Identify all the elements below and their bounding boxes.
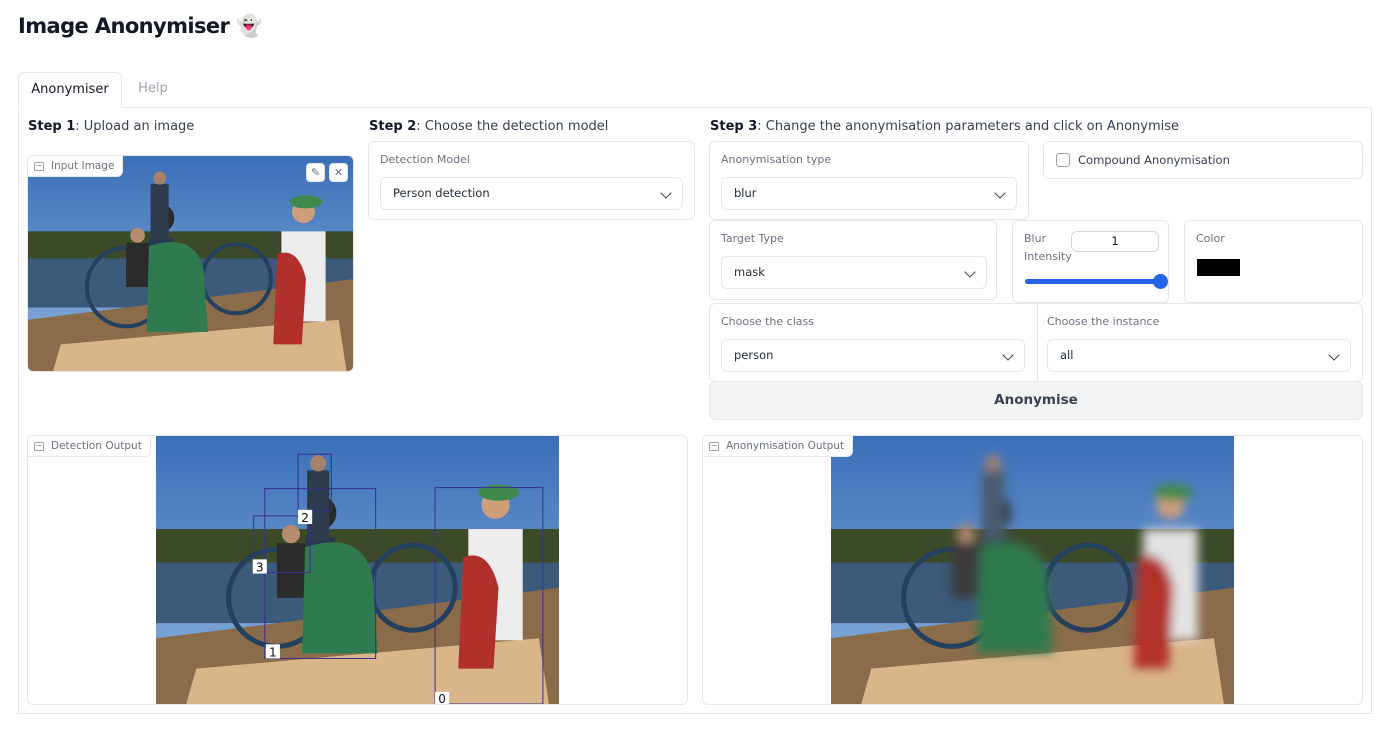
compound-checkbox[interactable] bbox=[1056, 153, 1070, 167]
color-picker[interactable] bbox=[1197, 259, 1240, 276]
app-title: Image Anonymiser 👻 bbox=[18, 14, 262, 38]
input-image-panel[interactable]: Input Image ✎ ✕ bbox=[27, 155, 354, 372]
anonymise-button[interactable]: Anonymise bbox=[709, 381, 1363, 420]
bbox-id-2: 2 bbox=[301, 511, 309, 525]
instance-label: Choose the instance bbox=[1047, 315, 1160, 328]
close-icon[interactable]: ✕ bbox=[329, 163, 348, 182]
target-type-label: Target Type bbox=[721, 232, 784, 245]
image-icon bbox=[709, 441, 719, 451]
blur-intensity-input[interactable]: 1 bbox=[1071, 231, 1159, 252]
class-dropdown[interactable]: person bbox=[721, 339, 1025, 372]
bbox-id-1: 1 bbox=[269, 645, 277, 659]
detection-model-dropdown[interactable]: Person detection bbox=[380, 177, 683, 210]
slider-thumb[interactable] bbox=[1153, 274, 1168, 289]
step1-heading: Step 1: Upload an image bbox=[28, 119, 194, 134]
bbox-id-0: 0 bbox=[438, 692, 446, 704]
class-label: Choose the class bbox=[721, 315, 814, 328]
image-icon bbox=[34, 441, 44, 451]
blur-label-line1: Blur bbox=[1024, 232, 1047, 245]
pencil-icon[interactable]: ✎ bbox=[306, 163, 325, 182]
step2-text: : Choose the detection model bbox=[416, 119, 609, 134]
input-image-label: Input Image bbox=[28, 156, 124, 177]
color-label: Color bbox=[1196, 232, 1225, 245]
color-panel: Color bbox=[1184, 220, 1363, 303]
anon-type-value: blur bbox=[734, 186, 757, 200]
compound-panel: Compound Anonymisation bbox=[1043, 141, 1363, 179]
target-type-value: mask bbox=[734, 265, 765, 279]
step3-prefix: Step 3 bbox=[710, 119, 758, 134]
tab-help[interactable]: Help bbox=[128, 72, 178, 108]
step2-heading: Step 2: Choose the detection model bbox=[369, 119, 608, 134]
chevron-down-icon bbox=[1328, 349, 1340, 361]
step2-prefix: Step 2 bbox=[369, 119, 417, 134]
step3-text: : Change the anonymisation parameters an… bbox=[757, 119, 1180, 134]
blur-label-line2: Intensity bbox=[1024, 250, 1072, 263]
target-type-dropdown[interactable]: mask bbox=[721, 256, 987, 289]
blur-intensity-slider[interactable] bbox=[1025, 279, 1157, 284]
step1-text: : Upload an image bbox=[75, 119, 195, 134]
image-icon bbox=[34, 161, 44, 171]
detection-photo: 0 1 2 3 bbox=[156, 436, 559, 704]
anonymisation-output-label: Anonymisation Output bbox=[703, 436, 854, 457]
divider bbox=[1037, 304, 1038, 381]
anon-type-label: Anonymisation type bbox=[721, 153, 832, 166]
detection-output-label: Detection Output bbox=[28, 436, 151, 457]
anon-type-panel: Anonymisation type blur bbox=[709, 141, 1029, 220]
anonymisation-output-label-text: Anonymisation Output bbox=[726, 439, 845, 452]
blur-intensity-panel: Blur Intensity 1 bbox=[1012, 220, 1169, 303]
anonymisation-output-panel: Anonymisation Output bbox=[702, 435, 1363, 705]
chevron-down-icon bbox=[964, 266, 976, 278]
target-type-panel: Target Type mask bbox=[709, 220, 997, 300]
input-image-label-text: Input Image bbox=[51, 159, 115, 172]
class-instance-panel: Choose the class person Choose the insta… bbox=[709, 303, 1363, 382]
anonymised-photo bbox=[831, 436, 1234, 704]
compound-label: Compound Anonymisation bbox=[1078, 153, 1230, 167]
detection-output-label-text: Detection Output bbox=[51, 439, 142, 452]
anon-type-dropdown[interactable]: blur bbox=[721, 177, 1017, 210]
detection-model-value: Person detection bbox=[393, 186, 490, 200]
detection-model-label: Detection Model bbox=[380, 153, 470, 166]
detection-output-panel: Detection Output 0 1 2 3 bbox=[27, 435, 688, 705]
detection-model-panel: Detection Model Person detection bbox=[368, 141, 695, 220]
chevron-down-icon bbox=[660, 187, 672, 199]
class-value: person bbox=[734, 348, 774, 362]
instance-value: all bbox=[1060, 348, 1074, 362]
chevron-down-icon bbox=[1002, 349, 1014, 361]
bbox-id-3: 3 bbox=[256, 560, 264, 574]
input-photo bbox=[28, 156, 353, 371]
tab-anonymiser[interactable]: Anonymiser bbox=[18, 72, 122, 108]
step1-prefix: Step 1 bbox=[28, 119, 76, 134]
chevron-down-icon bbox=[994, 187, 1006, 199]
step3-heading: Step 3: Change the anonymisation paramet… bbox=[710, 119, 1179, 134]
instance-dropdown[interactable]: all bbox=[1047, 339, 1351, 372]
